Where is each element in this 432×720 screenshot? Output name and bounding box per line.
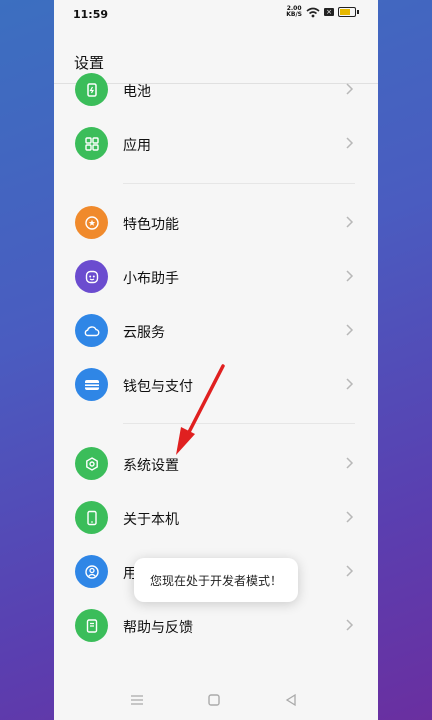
menu-nav-icon[interactable]: [130, 694, 144, 706]
system-settings-icon: [75, 447, 108, 480]
assistant-icon: [75, 260, 108, 293]
phone-icon: [75, 501, 108, 534]
chevron-right-icon: [346, 324, 354, 336]
settings-item-label: 钱包与支付: [123, 379, 193, 395]
settings-item-label: 应用: [123, 138, 151, 154]
settings-item-label: 特色功能: [123, 217, 179, 233]
toast-message: 您现在处于开发者模式！: [134, 558, 298, 602]
navigation-bar: [54, 680, 378, 720]
help-book-icon: [75, 609, 108, 642]
battery-icon: [75, 73, 108, 106]
settings-item-label: 帮助与反馈: [123, 620, 193, 636]
cloud-icon: [75, 314, 108, 347]
chevron-right-icon: [346, 457, 354, 469]
settings-item-label: 关于本机: [123, 512, 179, 528]
settings-item-label: 小布助手: [123, 271, 179, 287]
wifi-icon: [306, 7, 320, 17]
battery-status-icon: [338, 7, 359, 17]
chevron-right-icon: [346, 137, 354, 149]
chevron-right-icon: [346, 216, 354, 228]
chevron-right-icon: [346, 378, 354, 390]
status-time: 11:59: [73, 8, 109, 21]
settings-item-about[interactable]: 关于本机: [54, 491, 378, 545]
chevron-right-icon: [346, 565, 354, 577]
settings-item-battery[interactable]: 电池: [54, 63, 378, 117]
settings-item-apps[interactable]: 应用: [54, 117, 378, 171]
apps-grid-icon: [75, 127, 108, 160]
network-speed-unit: KB/S: [286, 11, 302, 18]
status-icons: 2.00 KB/S ×: [286, 6, 359, 18]
user-icon: [75, 555, 108, 588]
phone-screen: 11:59 2.00 KB/S × 设置 电池 应用 特色功能 小布助手 云服务…: [54, 0, 378, 720]
section-divider: [123, 183, 355, 184]
settings-item-features[interactable]: 特色功能: [54, 196, 378, 250]
star-badge-icon: [75, 206, 108, 239]
chevron-right-icon: [346, 619, 354, 631]
chevron-right-icon: [346, 83, 354, 95]
chevron-right-icon: [346, 511, 354, 523]
status-bar: 11:59 2.00 KB/S ×: [54, 0, 378, 30]
network-speed: 2.00 KB/S: [286, 6, 302, 18]
back-nav-icon[interactable]: [284, 693, 298, 707]
settings-item-cloud[interactable]: 云服务: [54, 304, 378, 358]
settings-item-system[interactable]: 系统设置: [54, 437, 378, 491]
settings-item-assistant[interactable]: 小布助手: [54, 250, 378, 304]
settings-item-wallet[interactable]: 钱包与支付: [54, 358, 378, 412]
settings-item-label: 云服务: [123, 325, 165, 341]
wallet-icon: [75, 368, 108, 401]
chevron-right-icon: [346, 270, 354, 282]
section-divider: [123, 423, 355, 424]
sim-icon: ×: [324, 8, 334, 16]
settings-item-help[interactable]: 帮助与反馈: [54, 599, 378, 653]
settings-item-label: 系统设置: [123, 458, 179, 474]
settings-item-label: 电池: [123, 84, 151, 100]
home-nav-icon[interactable]: [207, 693, 221, 707]
